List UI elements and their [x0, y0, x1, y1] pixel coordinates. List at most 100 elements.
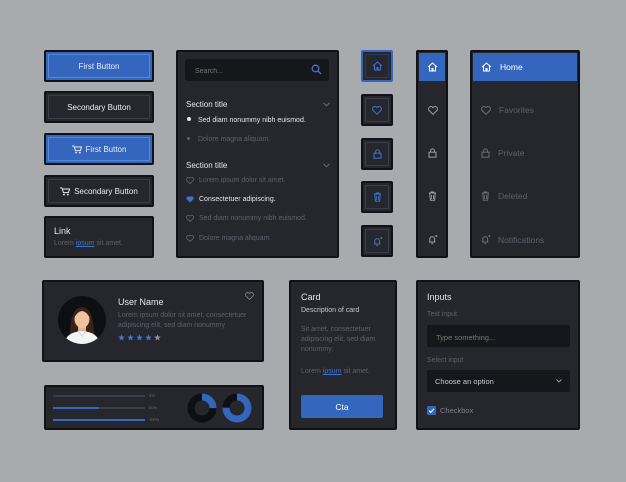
- sidebar-item-private[interactable]: Private: [481, 148, 524, 158]
- chevron-down-icon[interactable]: [323, 102, 330, 107]
- lock-icon[interactable]: [428, 148, 437, 158]
- cta-button-label: Cta: [335, 401, 349, 412]
- bell-icon: [480, 234, 491, 245]
- notification-icon-button[interactable]: [361, 225, 393, 257]
- link-card-text-before: Lorem: [54, 240, 74, 247]
- nav-sidebar: Home Favorites Private Deleted Notificat…: [470, 50, 580, 258]
- link-card: Link Lorem ipsum sit amet.: [44, 216, 154, 258]
- bullet-active-icon: [187, 117, 191, 121]
- first-cart-button-label: First Button: [85, 144, 127, 154]
- star-icon[interactable]: [145, 334, 152, 341]
- sidebar-item-favorites[interactable]: Favorites: [481, 105, 534, 115]
- progress-label: 0%: [149, 393, 155, 398]
- trash-icon: [373, 192, 382, 202]
- user-name: User Name: [118, 297, 164, 307]
- heart-icon[interactable]: [186, 177, 194, 184]
- trash-icon: [481, 191, 490, 201]
- secondary-button[interactable]: Secondary Button: [44, 91, 154, 123]
- list-item-label: Dolore magna aliquam.: [199, 235, 272, 242]
- heart-icon[interactable]: [186, 235, 194, 242]
- progress-fill: [53, 419, 145, 421]
- home-icon: [427, 62, 438, 72]
- user-bio: Lorem ipsum dolor sit amet, consectetuer…: [118, 312, 247, 329]
- checkbox-label: Checkbox: [440, 406, 474, 415]
- heart-icon: [372, 105, 382, 115]
- secondary-button-label: Secondary Button: [67, 102, 131, 112]
- text-input-box[interactable]: [427, 325, 570, 347]
- lock-icon: [373, 149, 382, 159]
- progress-donut: [222, 393, 252, 423]
- content-card: Card Description of card Sit amet, conse…: [289, 280, 397, 430]
- list-item-label: Sed diam nonummy nibh euismod.: [198, 117, 306, 124]
- sidebar-item-label: Private: [498, 148, 525, 158]
- text-input-label: Text input: [427, 311, 457, 318]
- home-icon: [481, 62, 492, 72]
- list-item-label: Lorem ipsum dolor sit amet.: [199, 177, 286, 184]
- sidebar-icon-home[interactable]: [419, 53, 445, 81]
- star-icon[interactable]: [118, 334, 125, 341]
- bell-icon: [372, 236, 383, 247]
- section-title-2: Section title: [186, 161, 228, 170]
- select-input-label: Select input: [427, 357, 464, 364]
- search-icon[interactable]: [311, 64, 322, 75]
- star-rating[interactable]: [118, 334, 161, 341]
- link-card-title: Link: [54, 226, 71, 236]
- avatar: [58, 296, 106, 344]
- secondary-cart-button[interactable]: Secondary Button: [44, 175, 154, 207]
- card-subtitle: Description of card: [301, 307, 360, 314]
- link-card-text: Lorem ipsum sit amet.: [54, 240, 123, 247]
- inputs-title: Inputs: [427, 292, 452, 302]
- cart-icon: [60, 187, 71, 196]
- list-item[interactable]: Dolore magna aliquam.: [186, 235, 271, 242]
- chevron-down-icon[interactable]: [323, 163, 330, 168]
- checkbox[interactable]: [427, 406, 436, 415]
- card-ipsum-link[interactable]: ipsum: [323, 368, 342, 375]
- progress-donut: [187, 393, 217, 423]
- list-item[interactable]: Consectetuer adipiscing.: [186, 196, 276, 203]
- bullet-icon: [187, 137, 190, 140]
- heart-icon[interactable]: [428, 106, 438, 115]
- progress-label: 100%: [149, 417, 160, 422]
- trash-icon[interactable]: [428, 191, 437, 201]
- select-input[interactable]: Choose an option: [427, 370, 570, 392]
- bell-icon[interactable]: [427, 234, 438, 245]
- cta-button[interactable]: Cta: [301, 395, 383, 418]
- lock-icon-button[interactable]: [361, 138, 393, 170]
- card-title: Card: [301, 292, 321, 302]
- progress-track: [53, 407, 145, 409]
- checkbox-row[interactable]: Checkbox: [427, 406, 473, 415]
- favorite-icon-button[interactable]: [361, 94, 393, 126]
- search-box[interactable]: [185, 59, 329, 81]
- list-item[interactable]: Sed diam nonummy nibh euismod.: [186, 117, 306, 124]
- sidebar-item-notifications[interactable]: Notifications: [480, 234, 544, 245]
- list-item[interactable]: Sed diam nonummy nibh euismod.: [186, 215, 307, 222]
- trash-icon-button[interactable]: [361, 181, 393, 213]
- ipsum-link[interactable]: ipsum: [76, 240, 95, 247]
- first-button[interactable]: First Button: [44, 50, 154, 82]
- heart-icon[interactable]: [245, 292, 254, 300]
- search-list-panel: Section title Sed diam nonummy nibh euis…: [176, 50, 339, 258]
- lock-icon: [481, 148, 490, 158]
- home-icon-button[interactable]: [361, 50, 393, 82]
- select-value: Choose an option: [435, 377, 494, 386]
- heart-icon[interactable]: [186, 215, 194, 222]
- first-cart-button[interactable]: First Button: [44, 133, 154, 165]
- card-link-after: sit amet.: [343, 368, 370, 375]
- heart-filled-icon[interactable]: [186, 196, 194, 203]
- secondary-cart-button-label: Secondary Button: [74, 186, 138, 196]
- sidebar-item-label: Notifications: [498, 234, 545, 245]
- sidebar-item-label: Deleted: [498, 191, 528, 201]
- star-icon[interactable]: [136, 334, 143, 341]
- heart-icon: [481, 105, 491, 115]
- star-icon[interactable]: [154, 334, 161, 341]
- star-icon[interactable]: [127, 334, 134, 341]
- list-item[interactable]: Dolore magna aliquam.: [186, 136, 270, 143]
- sidebar-item-home[interactable]: Home: [473, 53, 577, 81]
- text-input[interactable]: [434, 329, 566, 345]
- list-item[interactable]: Lorem ipsum dolor sit amet.: [186, 177, 285, 184]
- progress-track: [53, 419, 145, 421]
- card-link-text: Lorem ipsum sit amet.: [301, 368, 370, 375]
- sidebar-item-deleted[interactable]: Deleted: [481, 191, 527, 201]
- progress-track: [53, 395, 145, 397]
- search-input[interactable]: [193, 63, 307, 79]
